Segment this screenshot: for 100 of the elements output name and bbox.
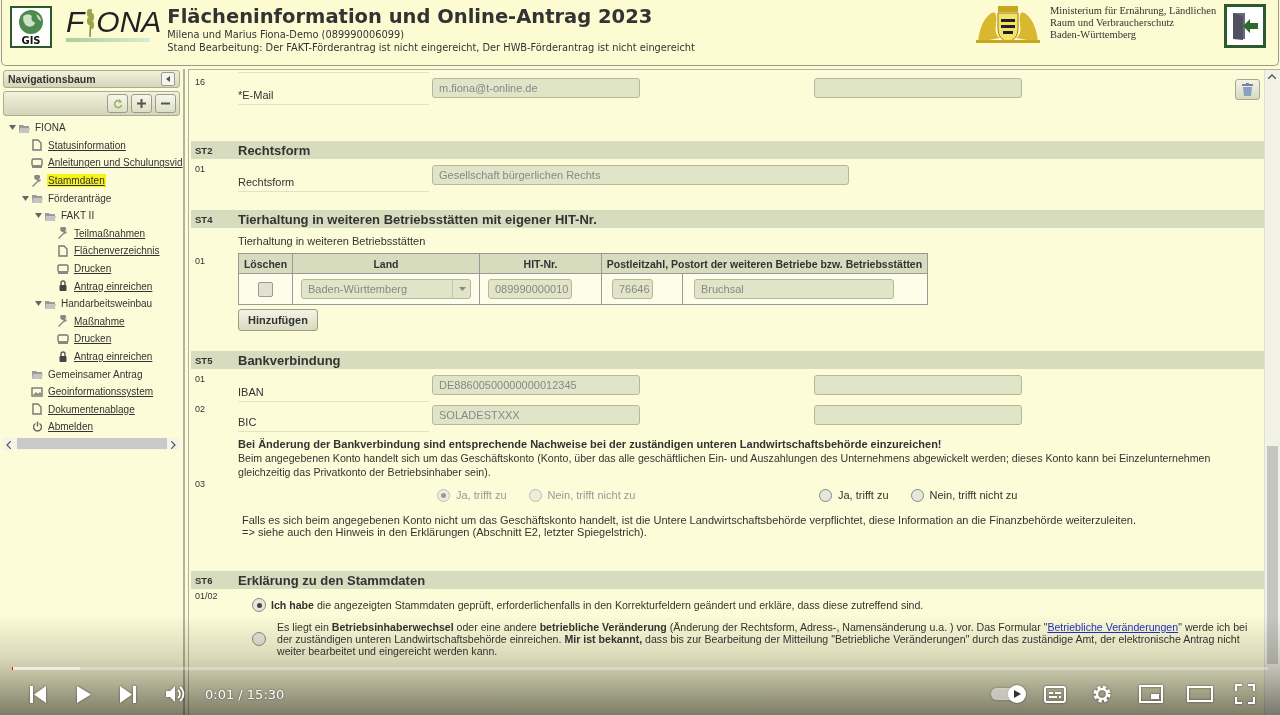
wrench-icon <box>57 315 69 328</box>
collapse-all-button[interactable] <box>155 94 176 113</box>
tree-item[interactable]: Drucken <box>73 262 113 276</box>
expand-all-button[interactable] <box>131 94 152 113</box>
tree-item[interactable]: Förderanträge <box>47 191 113 205</box>
radio-button[interactable] <box>819 488 832 502</box>
column-header: HIT-Nr. <box>479 253 602 274</box>
add-button[interactable]: Hinzufügen <box>238 309 318 331</box>
section-code: ST2 <box>195 144 214 156</box>
field-label: Rechtsform <box>238 176 429 192</box>
settings-icon[interactable] <box>1092 684 1112 704</box>
field-label: IBAN <box>238 386 429 402</box>
field-label: *E-Mail <box>238 89 429 105</box>
row-number: 16 <box>195 76 205 87</box>
radio-button[interactable] <box>252 598 266 612</box>
column-header: Löschen <box>238 253 293 274</box>
collapse-button[interactable] <box>161 72 175 86</box>
radio-button[interactable] <box>910 488 924 502</box>
tree-item[interactable]: Abmelden <box>47 420 95 434</box>
volume-icon[interactable] <box>166 685 185 703</box>
tree-item[interactable]: FIONA <box>34 121 67 135</box>
wrench-icon <box>31 174 43 187</box>
document-icon <box>31 139 43 152</box>
expanded-arrow-icon[interactable] <box>8 125 16 131</box>
previous-icon[interactable] <box>30 685 46 703</box>
row-number: 01 <box>195 163 205 174</box>
autoplay-toggle-icon[interactable] <box>991 684 1027 704</box>
power-icon <box>32 421 42 433</box>
form-link[interactable]: Betriebliche Veränderungen <box>1047 621 1179 633</box>
declaration-text: Es liegt ein Betriebsinhaberwechsel oder eine andere betriebliche Veränderung (Änderung der Rechtsform, Adress-, Namensänderung u.a. ) vor. Das Formular "Betriebliche Veränderungen" werde ich bei der zuständigen unteren Landwirtschaftsbehörde einreichen. Mir ist bekannt, dass bis zur Bearbeitung der Mitteilung "Betriebliche Veränderungen" durch das zuständige Amt, der elektronische Antrag nicht weiter bearbeitet und eingereicht werden kann. <box>277 621 1249 657</box>
input-field: m.fiona@t-online.de <box>432 78 640 98</box>
tree-item[interactable]: Teilmaßnahmen <box>73 226 147 240</box>
fullscreen-icon[interactable] <box>1235 684 1255 704</box>
radio-label: Ja, trifft zu <box>456 489 507 501</box>
tree-item[interactable]: Flächenverzeichnis <box>73 244 161 258</box>
tree-item[interactable]: Gemeinsamer Antrag <box>47 367 144 381</box>
tree-item[interactable]: Stammdaten <box>47 174 106 188</box>
logo-text: ONA <box>96 7 162 37</box>
row-number: 01/02 <box>195 590 218 601</box>
delete-button[interactable] <box>1235 79 1260 100</box>
field-label: BIC <box>238 416 429 432</box>
folder-icon <box>31 192 43 205</box>
section-code: ST4 <box>195 213 214 225</box>
tree-item[interactable]: Maßnahme <box>73 314 126 328</box>
tree-item[interactable]: Handarbeitsweinbau <box>60 297 154 311</box>
tree-item[interactable]: FAKT II <box>60 209 96 223</box>
section-title: Tierhaltung in weiteren Betriebsstätten mit eigener HIT-Nr. <box>238 211 597 227</box>
hint-line: Falls es sich beim angegebenen Konto nicht um das Geschäftskonto handelt, ist die Untere Landwirtschaftsbehörde verpflichtet, diese Information an die Finanzbehörde weiterzuleiten. <box>242 514 1137 526</box>
input-field: Bruchsal <box>694 279 894 299</box>
declaration-text: Ich habe die angezeigten Stammdaten geprüft, erforderlichenfalls in den Korrekturfeldern geändert und erkläre, dass diese zutreffend sind. <box>271 599 924 611</box>
status-text: Stand Bearbeitung: Der FAKT-Förderantrag ist nicht eingereicht, Der HWB-Förderantrag ist nicht eingereicht <box>167 42 695 54</box>
section-title: Erklärung zu den Stammdaten <box>238 572 426 588</box>
document-icon <box>57 244 69 257</box>
input-field: Gesellschaft bürgerlichen Rechts <box>432 165 849 185</box>
exit-button[interactable] <box>1224 4 1266 48</box>
caret-icon <box>166 76 170 82</box>
input-field: SOLADESTXXX <box>432 405 640 425</box>
radio-button[interactable] <box>252 632 266 646</box>
tree-item[interactable]: Statusinformation <box>47 138 127 152</box>
correction-field[interactable] <box>814 375 1022 395</box>
section-code: ST6 <box>195 574 214 586</box>
input-field: DE88600500000000012345 <box>432 375 640 395</box>
video-time: 0:01 / 15:30 <box>205 686 285 702</box>
section-title: Rechtsform <box>238 142 311 158</box>
row-number: 01 <box>195 373 205 384</box>
play-icon[interactable] <box>77 685 91 703</box>
theater-mode-icon[interactable] <box>1187 686 1213 702</box>
hint-line: => siehe auch den Hinweis in den Erklärungen (Abschnitt E2, letzter Spiegelstrich). <box>242 526 648 538</box>
scroll-left-icon[interactable] <box>6 440 11 449</box>
correction-field[interactable] <box>814 405 1022 425</box>
tree-item[interactable]: Antrag einreichen <box>73 350 154 363</box>
tree-item[interactable]: Drucken <box>73 332 113 346</box>
ministry-line: Baden-Württemberg <box>1050 29 1137 41</box>
miniplayer-icon[interactable] <box>1139 685 1163 703</box>
document-icon <box>31 403 43 416</box>
tree-item[interactable]: Antrag einreichen <box>73 279 154 293</box>
radio-label: Nein, trifft nicht zu <box>547 489 636 501</box>
subtitles-icon[interactable] <box>1044 685 1066 703</box>
ministry-line: Ministerium für Ernährung, Ländlichen <box>1050 5 1217 17</box>
input-field: 089990000010 <box>488 279 572 299</box>
next-icon[interactable] <box>120 685 136 703</box>
image-icon <box>31 385 43 398</box>
scroll-up-icon[interactable] <box>1268 74 1276 79</box>
tree-item[interactable]: Dokumentenablage <box>47 402 136 416</box>
tree-item[interactable]: Geoinformationssystem <box>47 385 155 399</box>
tree-item[interactable]: Anleitungen und Schulungsvid <box>47 156 184 170</box>
scrollbar-thumb[interactable] <box>17 438 167 450</box>
table-caption: Tierhaltung in weiteren Betriebsstätten <box>238 234 426 248</box>
printer-icon <box>31 157 43 169</box>
scrollbar-thumb[interactable] <box>1267 446 1278 664</box>
expanded-arrow-icon[interactable] <box>34 213 42 219</box>
scroll-right-icon[interactable] <box>171 440 176 449</box>
gis-logo: GIS <box>10 6 52 48</box>
app-title: Flächeninformation und Online-Antrag 2023 <box>167 6 653 28</box>
expanded-arrow-icon[interactable] <box>34 301 42 307</box>
expanded-arrow-icon[interactable] <box>21 195 29 201</box>
exit-door-icon <box>1230 11 1260 41</box>
checkbox[interactable] <box>258 281 273 297</box>
info-text: Beim angegebenen Konto handelt sich um das Geschäftskonto (Konto, über das alle geschäftlichen Ein- und Auszahlungen des Unternehmens abgewickelt werden; dieses Konto kann bei Einzelunternehmen gleichzeitig das Privatkonto der Betriebsinhaber sein). <box>238 451 1212 479</box>
correction-field[interactable] <box>814 78 1022 98</box>
